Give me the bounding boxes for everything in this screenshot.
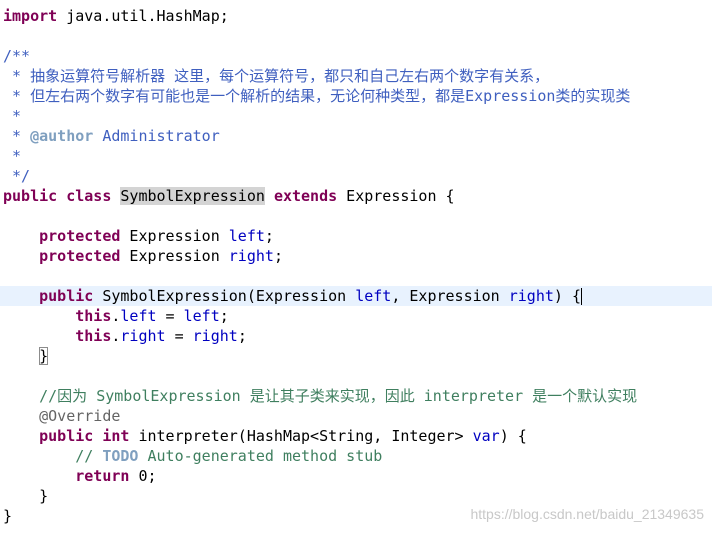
code-token: Auto-generated method stub xyxy=(138,447,383,465)
code-token: public xyxy=(3,187,58,205)
code-line[interactable]: return 0; xyxy=(0,466,712,486)
code-line[interactable]: public class SymbolExpression extends Ex… xyxy=(0,186,712,206)
code-token: ; xyxy=(219,307,229,325)
code-token: this xyxy=(75,327,112,345)
code-token: = xyxy=(156,307,184,325)
code-line[interactable]: * 抽象运算符号解析器 这里，每个运算符号，都只和自己左右两个数字有关系， xyxy=(0,66,712,86)
code-line[interactable] xyxy=(0,266,712,286)
code-line[interactable]: @Override xyxy=(0,406,712,426)
code-token: 0; xyxy=(129,467,157,485)
code-line[interactable]: protected Expression left; xyxy=(0,226,712,246)
code-token: /** xyxy=(3,47,31,65)
code-token: right xyxy=(192,327,238,345)
code-token: import xyxy=(3,7,58,25)
code-token: interpreter(HashMap<String, Integer> xyxy=(129,427,473,445)
code-token: left xyxy=(355,287,392,305)
code-line[interactable]: public int interpreter(HashMap<String, I… xyxy=(0,426,712,446)
code-line[interactable]: * @author Administrator xyxy=(0,126,712,146)
code-token: * xyxy=(3,147,22,165)
code-token: } xyxy=(3,487,49,505)
code-token: class xyxy=(66,187,112,205)
code-token: right xyxy=(120,327,166,345)
code-token: right xyxy=(508,287,554,305)
code-token: //因为 SymbolExpression 是让其子类来实现，因此 interp… xyxy=(39,387,638,405)
code-line[interactable]: this.left = left; xyxy=(0,306,712,326)
code-token: ) { xyxy=(553,287,581,305)
code-token: // xyxy=(75,447,103,465)
code-token: @Override xyxy=(39,407,121,425)
code-line[interactable]: // TODO Auto-generated method stub xyxy=(0,446,712,466)
code-token: protected xyxy=(39,227,121,245)
code-token: ; xyxy=(264,227,274,245)
code-token: * xyxy=(3,107,22,125)
code-line[interactable]: */ xyxy=(0,166,712,186)
code-editor[interactable]: import java.util.HashMap; /** * 抽象运算符号解析器… xyxy=(0,0,712,534)
code-line[interactable] xyxy=(0,26,712,46)
code-token: * 抽象运算符号解析器 这里，每个运算符号，都只和自己左右两个数字有关系， xyxy=(3,67,550,85)
code-line[interactable]: protected Expression right; xyxy=(0,246,712,266)
code-token: var xyxy=(472,427,500,445)
code-token: left xyxy=(183,307,220,325)
code-token: left xyxy=(120,307,157,325)
code-line[interactable]: this.right = right; xyxy=(0,326,712,346)
code-token: int xyxy=(102,427,130,445)
code-token: Administrator xyxy=(93,127,220,145)
code-line[interactable]: } xyxy=(0,486,712,506)
code-token: right xyxy=(228,247,274,265)
code-token: = xyxy=(165,327,193,345)
code-token: ) { xyxy=(499,427,527,445)
code-token: protected xyxy=(39,247,121,265)
code-token: java.util.HashMap; xyxy=(57,7,229,25)
code-token: SymbolExpression(Expression xyxy=(93,287,356,305)
code-line[interactable]: * 但左右两个数字有可能也是一个解析的结果，无论何种类型，都是Expressio… xyxy=(0,86,712,106)
code-line[interactable]: public SymbolExpression(Expression left,… xyxy=(0,286,712,306)
code-token: left xyxy=(228,227,265,245)
code-token: extends xyxy=(273,187,338,205)
code-token: public xyxy=(39,427,94,445)
code-line[interactable]: import java.util.HashMap; xyxy=(0,6,712,26)
code-token: Expression xyxy=(120,227,229,245)
code-token: return xyxy=(75,467,130,485)
code-line[interactable]: } xyxy=(0,346,712,366)
code-token: * 但左右两个数字有可能也是一个解析的结果，无论何种类型，都是Expressio… xyxy=(3,87,631,105)
code-token: } xyxy=(3,507,13,525)
code-token: Expression { xyxy=(337,187,455,205)
code-token: ; xyxy=(273,247,283,265)
code-token: */ xyxy=(3,167,31,185)
code-token: @author xyxy=(30,127,94,145)
text-caret xyxy=(581,288,582,305)
code-token: TODO xyxy=(102,447,139,465)
code-token: public xyxy=(39,287,94,305)
code-token: } xyxy=(39,347,49,365)
code-line[interactable]: /** xyxy=(0,46,712,66)
code-line[interactable] xyxy=(0,206,712,226)
code-token: , Expression xyxy=(391,287,509,305)
code-line[interactable]: * xyxy=(0,146,712,166)
watermark: https://blog.csdn.net/baidu_21349635 xyxy=(470,506,704,522)
code-line[interactable] xyxy=(0,366,712,386)
code-token: Expression xyxy=(120,247,229,265)
code-token: SymbolExpression xyxy=(120,187,265,205)
code-token: this xyxy=(75,307,112,325)
code-token: ; xyxy=(237,327,247,345)
code-token: * xyxy=(3,127,31,145)
code-line[interactable]: * xyxy=(0,106,712,126)
code-line[interactable]: //因为 SymbolExpression 是让其子类来实现，因此 interp… xyxy=(0,386,712,406)
